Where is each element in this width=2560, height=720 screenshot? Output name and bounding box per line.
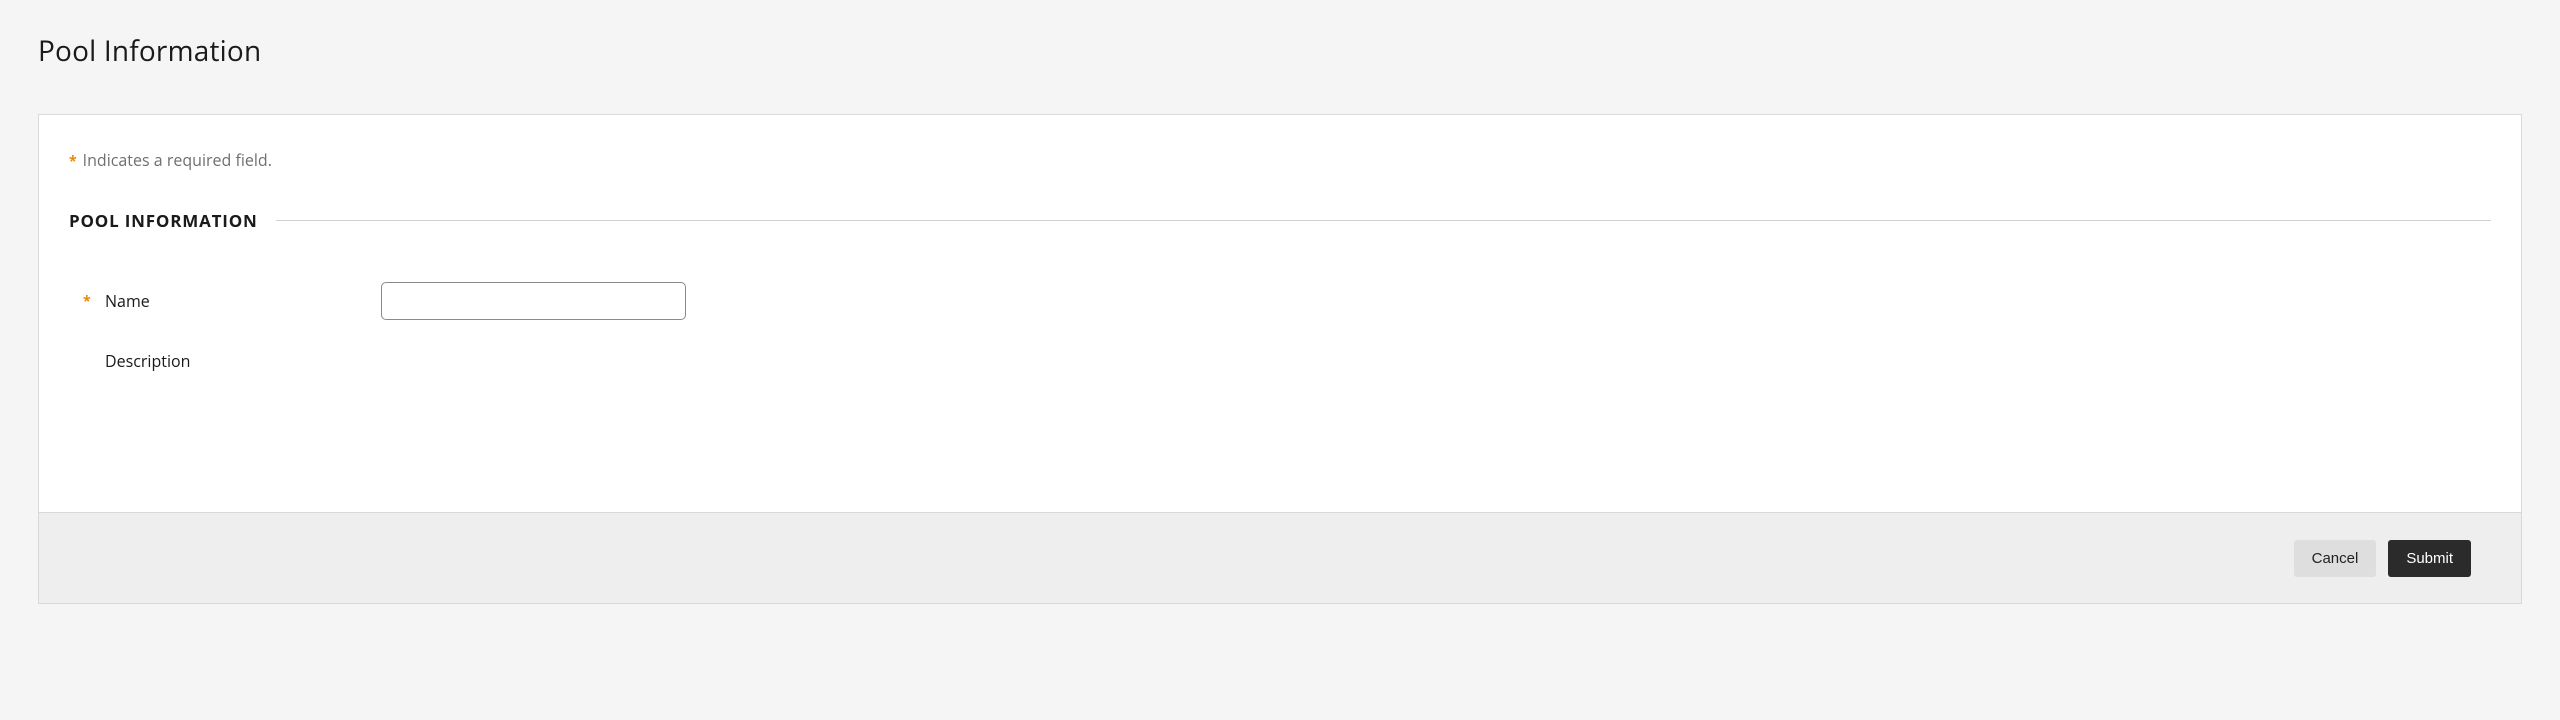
section-header: POOL INFORMATION xyxy=(69,209,2491,232)
form-footer: Cancel Submit xyxy=(38,512,2522,604)
page-container: Pool Information * Indicates a required f… xyxy=(0,0,2560,513)
section-header-divider xyxy=(276,220,2491,221)
submit-button[interactable]: Submit xyxy=(2388,540,2471,577)
form-content: * Name Description xyxy=(69,282,2491,512)
page-title: Pool Information xyxy=(38,32,2522,70)
name-input-col xyxy=(381,282,2491,320)
form-row-name: * Name xyxy=(69,282,2491,320)
form-row-description: Description xyxy=(69,350,2491,372)
name-label-col: * Name xyxy=(69,290,381,312)
asterisk-icon: * xyxy=(69,152,77,171)
description-label: Description xyxy=(105,350,190,372)
form-card: * Indicates a required field. POOL INFORM… xyxy=(38,114,2522,513)
description-label-col: Description xyxy=(69,350,381,372)
required-field-text: Indicates a required field. xyxy=(83,149,272,171)
required-field-note: * Indicates a required field. xyxy=(69,149,2491,171)
name-label: Name xyxy=(105,290,150,312)
cancel-button[interactable]: Cancel xyxy=(2294,540,2377,577)
section-header-title: POOL INFORMATION xyxy=(69,209,276,232)
name-input[interactable] xyxy=(381,282,686,320)
asterisk-icon: * xyxy=(83,292,105,311)
